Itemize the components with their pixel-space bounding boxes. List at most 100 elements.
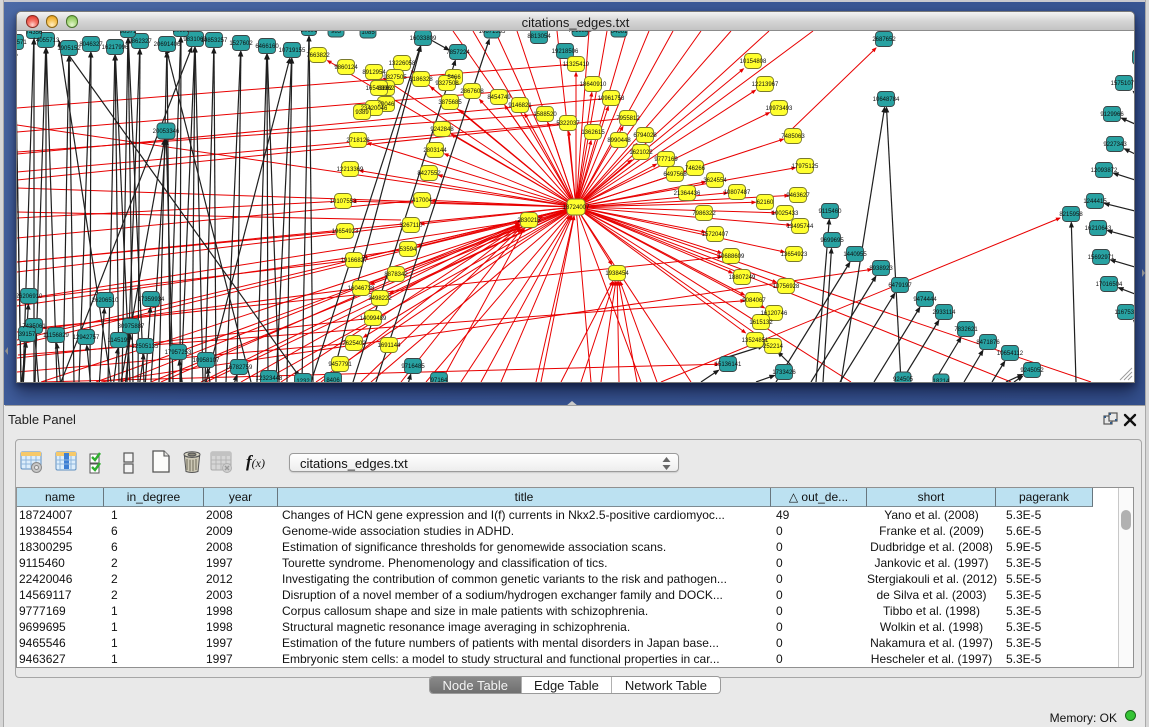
svg-text:10154808: 10154808: [740, 59, 767, 65]
svg-text:10853257: 10853257: [201, 38, 228, 44]
svg-text:9242848: 9242848: [430, 127, 454, 133]
svg-text:7986322: 7986322: [692, 211, 716, 217]
svg-text:39157: 39157: [19, 332, 36, 338]
svg-text:2605571: 2605571: [17, 40, 27, 46]
svg-text:8427552: 8427552: [417, 171, 441, 177]
svg-text:12323448: 12323448: [256, 376, 283, 382]
svg-text:417004: 417004: [412, 198, 433, 204]
svg-text:9699695: 9699695: [820, 238, 844, 244]
svg-text:19654923: 19654923: [332, 229, 359, 235]
svg-text:14099489: 14099489: [360, 316, 387, 322]
svg-text:8938923: 8938923: [869, 266, 893, 272]
svg-text:12942757: 12942757: [73, 335, 100, 341]
svg-text:1232: 1232: [296, 379, 310, 382]
svg-text:9146821: 9146821: [508, 103, 532, 109]
svg-text:7485063: 7485063: [781, 134, 805, 140]
svg-text:11325419: 11325419: [563, 62, 590, 68]
svg-text:1691144: 1691144: [378, 343, 402, 349]
svg-text:20531: 20531: [173, 31, 190, 34]
svg-text:924505: 924505: [893, 377, 914, 382]
svg-text:10654112: 10654112: [997, 351, 1024, 357]
svg-text:9716485: 9716485: [401, 364, 425, 370]
svg-text:7515526: 7515526: [568, 31, 592, 34]
svg-text:30975887: 30975887: [118, 324, 145, 330]
svg-text:7857224: 7857224: [446, 50, 470, 56]
svg-text:9457791: 9457791: [328, 362, 352, 368]
svg-text:8813054: 8813054: [527, 34, 551, 40]
svg-text:10719155: 10719155: [279, 48, 306, 54]
svg-text:15692971: 15692971: [1088, 255, 1115, 261]
svg-text:18214: 18214: [933, 379, 950, 382]
svg-text:19218506: 19218506: [552, 49, 579, 55]
svg-text:983: 983: [331, 31, 342, 35]
svg-text:18724007: 18724007: [563, 205, 590, 211]
svg-text:9129966: 9129966: [1100, 112, 1124, 118]
svg-text:16046738: 16046738: [348, 286, 375, 292]
svg-text:2803144: 2803144: [423, 148, 447, 154]
svg-text:3875685: 3875685: [438, 100, 462, 106]
svg-text:17016504: 17016504: [1096, 282, 1123, 288]
svg-text:74356: 74356: [26, 31, 43, 36]
svg-text:3498222: 3498222: [368, 296, 392, 302]
svg-text:9245052: 9245052: [1020, 368, 1044, 374]
svg-text:3267110: 3267110: [400, 223, 424, 229]
svg-text:16543862: 16543862: [366, 86, 393, 92]
svg-text:15751074: 15751074: [1111, 81, 1135, 87]
svg-text:7625402: 7625402: [342, 341, 366, 347]
svg-text:18640910: 18640910: [580, 82, 607, 88]
svg-text:1938454: 1938454: [605, 271, 629, 277]
svg-text:8471876: 8471876: [976, 340, 1000, 346]
svg-text:1085: 1085: [361, 31, 375, 36]
svg-text:16217996: 16217996: [102, 45, 129, 51]
svg-text:9777169: 9777169: [654, 157, 678, 163]
svg-text:6497568: 6497568: [663, 172, 687, 178]
svg-text:14055713: 14055713: [33, 38, 60, 44]
svg-text:10973493: 10973493: [766, 106, 793, 112]
svg-text:12505135: 12505135: [132, 344, 159, 350]
svg-text:12093872: 12093872: [1091, 168, 1118, 174]
svg-text:2830213: 2830213: [517, 218, 541, 224]
svg-text:10961758: 10961758: [598, 96, 625, 102]
svg-text:97164: 97164: [431, 378, 448, 382]
svg-text:13654923: 13654923: [781, 252, 808, 258]
svg-text:1615132: 1615132: [749, 320, 773, 326]
svg-text:9389: 9389: [355, 110, 369, 116]
svg-text:16782759: 16782759: [226, 365, 253, 371]
svg-text:53594: 53594: [400, 247, 417, 253]
svg-text:6794028: 6794028: [633, 133, 657, 139]
svg-text:10671355: 10671355: [479, 31, 506, 35]
svg-text:26206510: 26206510: [92, 298, 119, 304]
svg-text:1244415: 1244415: [1083, 199, 1107, 205]
svg-text:8878342: 8878342: [384, 272, 408, 278]
svg-text:6466160: 6466160: [255, 44, 279, 50]
svg-text:20053346: 20053346: [153, 129, 180, 135]
svg-text:1621022: 1621022: [629, 150, 653, 156]
svg-text:11156829: 11156829: [43, 333, 69, 339]
svg-text:20691406: 20691406: [154, 42, 181, 48]
svg-text:1145195: 1145195: [108, 338, 132, 344]
svg-text:7435061: 7435061: [22, 324, 46, 330]
svg-text:10107553: 10107553: [330, 199, 357, 205]
svg-text:8186328: 8186328: [409, 77, 433, 83]
svg-text:9084067: 9084067: [742, 298, 766, 304]
svg-text:64661: 64661: [611, 31, 628, 35]
svg-text:7832621: 7832621: [954, 327, 978, 333]
svg-text:1440955: 1440955: [843, 252, 867, 258]
svg-text:3624554: 3624554: [703, 178, 727, 184]
svg-text:17957253: 17957253: [165, 350, 192, 356]
svg-text:10807487: 10807487: [724, 190, 751, 196]
svg-text:9227343: 9227343: [1103, 142, 1127, 148]
svg-text:9474444: 9474444: [913, 297, 937, 303]
svg-text:8406: 8406: [326, 378, 340, 382]
svg-text:9115460: 9115460: [819, 209, 843, 215]
svg-text:10756928: 10756928: [773, 284, 800, 290]
svg-text:1527602: 1527602: [229, 41, 253, 47]
svg-text:2867608: 2867608: [460, 89, 484, 95]
svg-text:1733426: 1733426: [772, 370, 796, 376]
svg-text:9860124: 9860124: [334, 65, 358, 71]
svg-text:2687652: 2687652: [872, 37, 896, 43]
svg-text:8454749: 8454749: [487, 95, 511, 101]
svg-text:10958107: 10958107: [193, 358, 220, 364]
svg-text:2933114: 2933114: [933, 310, 957, 316]
svg-text:10648784: 10648784: [873, 97, 900, 103]
